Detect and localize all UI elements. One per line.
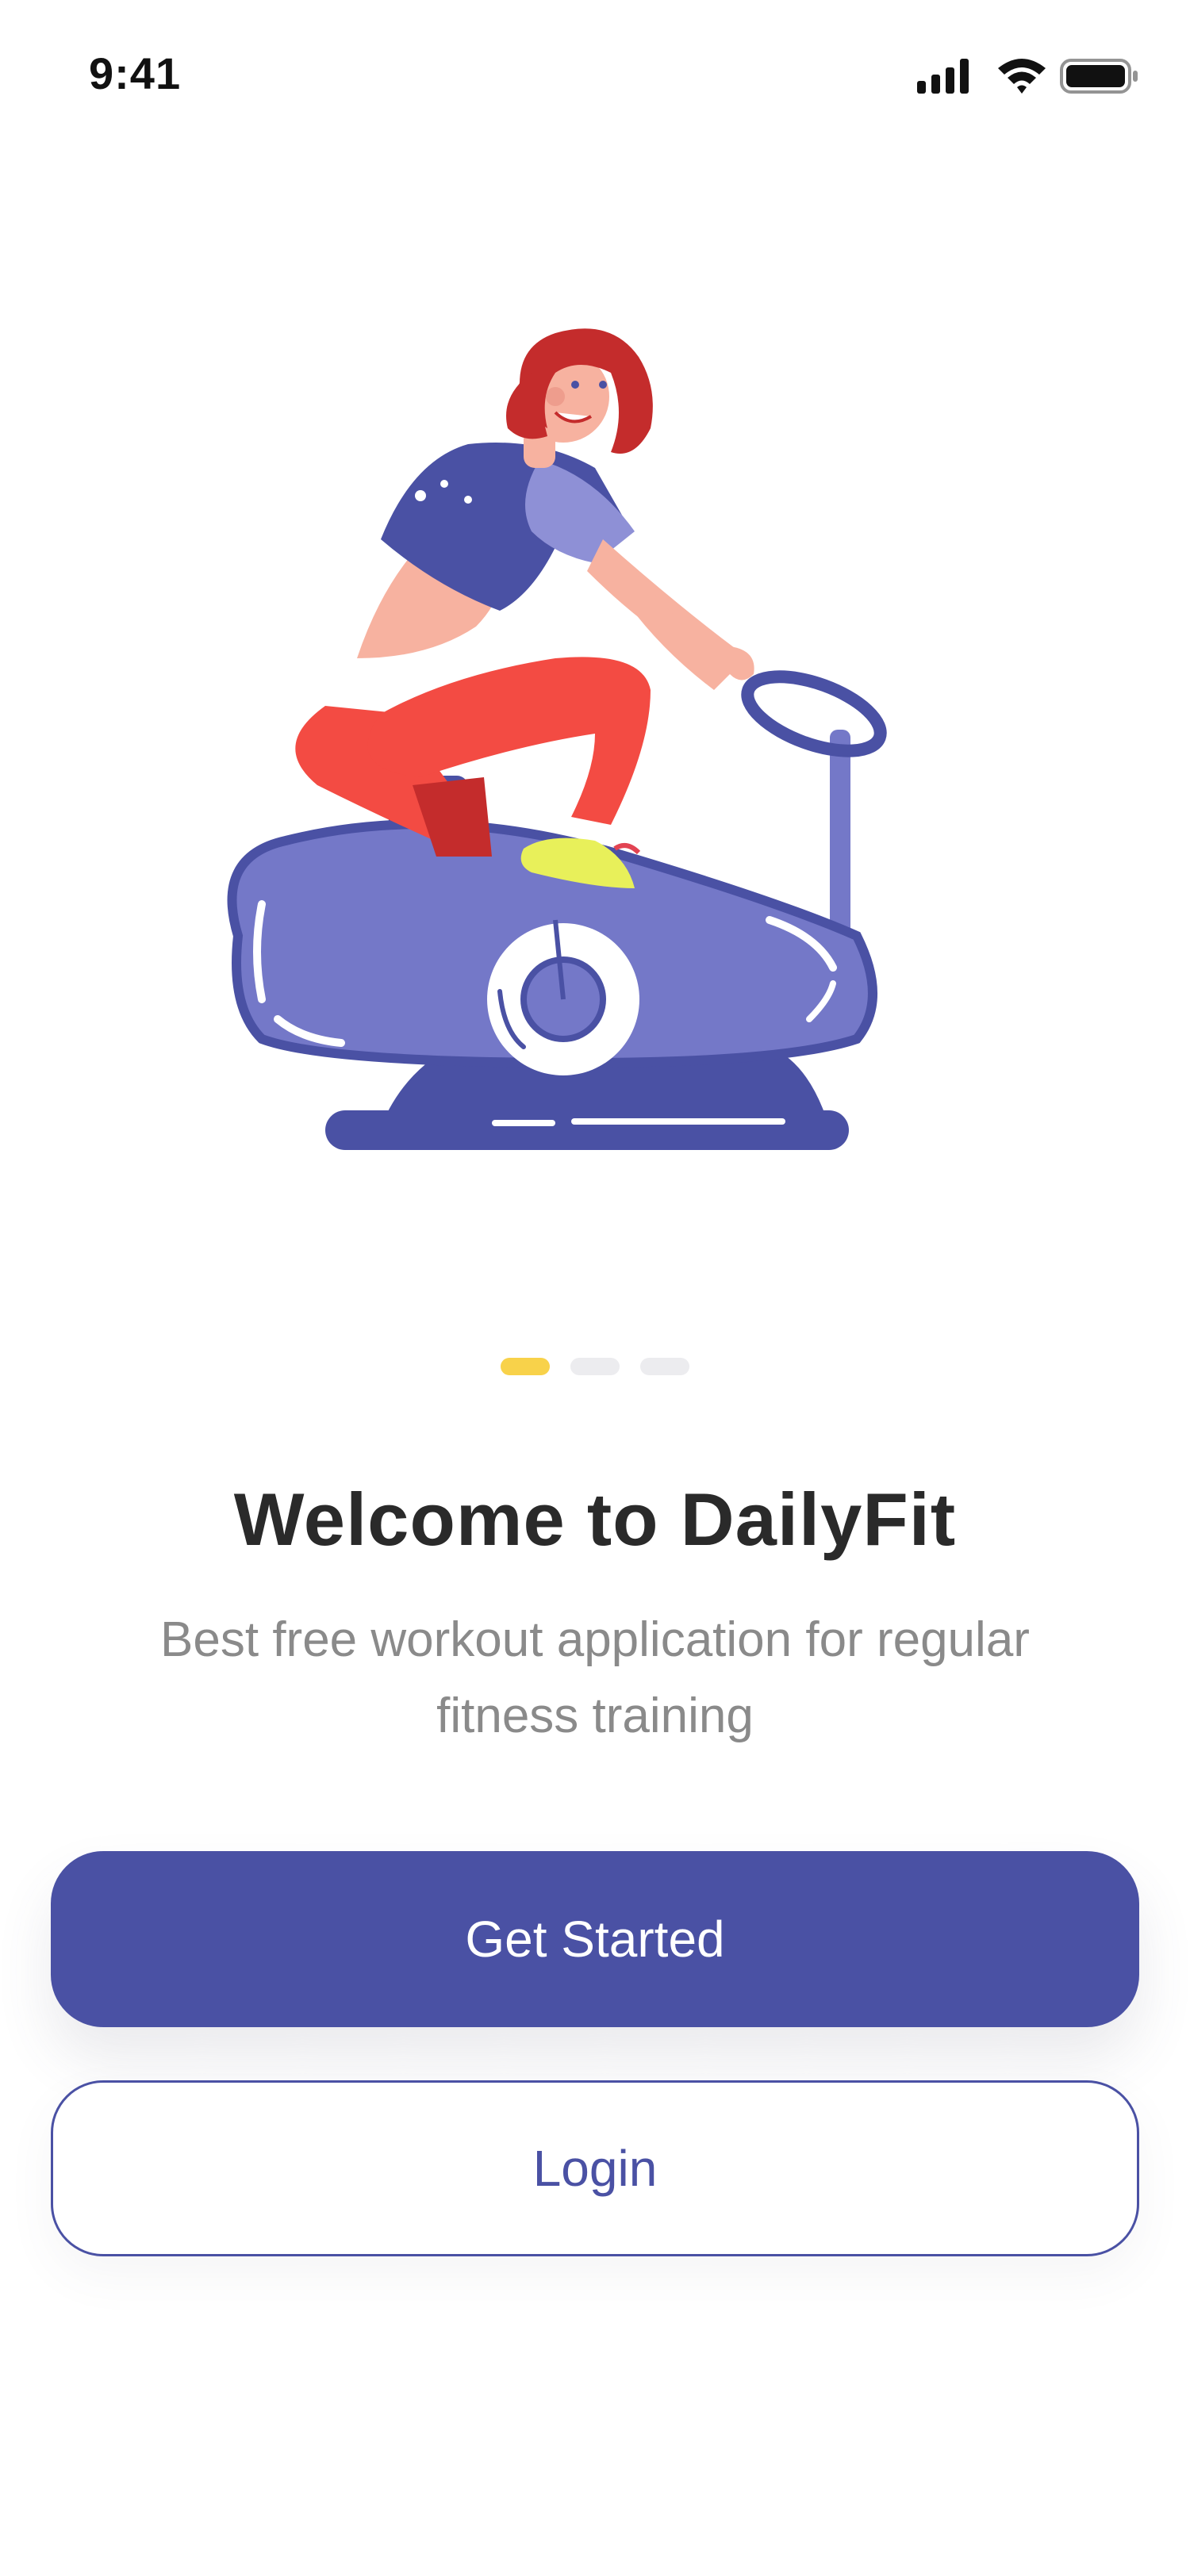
battery-icon [1060,59,1138,94]
woman-on-exercise-bike-illustration [227,328,887,1150]
pager-dot-1[interactable] [501,1358,550,1375]
wifi-icon [998,59,1046,94]
page-subtitle: Best free workout application for regula… [79,1602,1111,1754]
hero-illustration [182,301,976,1221]
status-icons [903,51,1141,98]
login-button[interactable]: Login [51,2080,1139,2256]
page-title: Welcome to DailyFit [233,1478,957,1561]
signal-icon [917,59,969,94]
get-started-label: Get Started [465,1911,725,1968]
status-time: 9:41 [89,48,182,98]
subtitle-line-1: Best free workout application for regula… [160,1612,1030,1667]
pager-dot-3[interactable] [640,1358,689,1375]
login-label: Login [532,2140,658,2197]
status-icons-svg [917,59,1138,94]
subtitle-line-2: fitness training [436,1689,754,1743]
pager-dot-2[interactable] [570,1358,620,1375]
get-started-button[interactable]: Get Started [51,1851,1139,2027]
onboarding-pager [0,1358,1190,1382]
status-bar: 9:41 [0,0,1190,151]
